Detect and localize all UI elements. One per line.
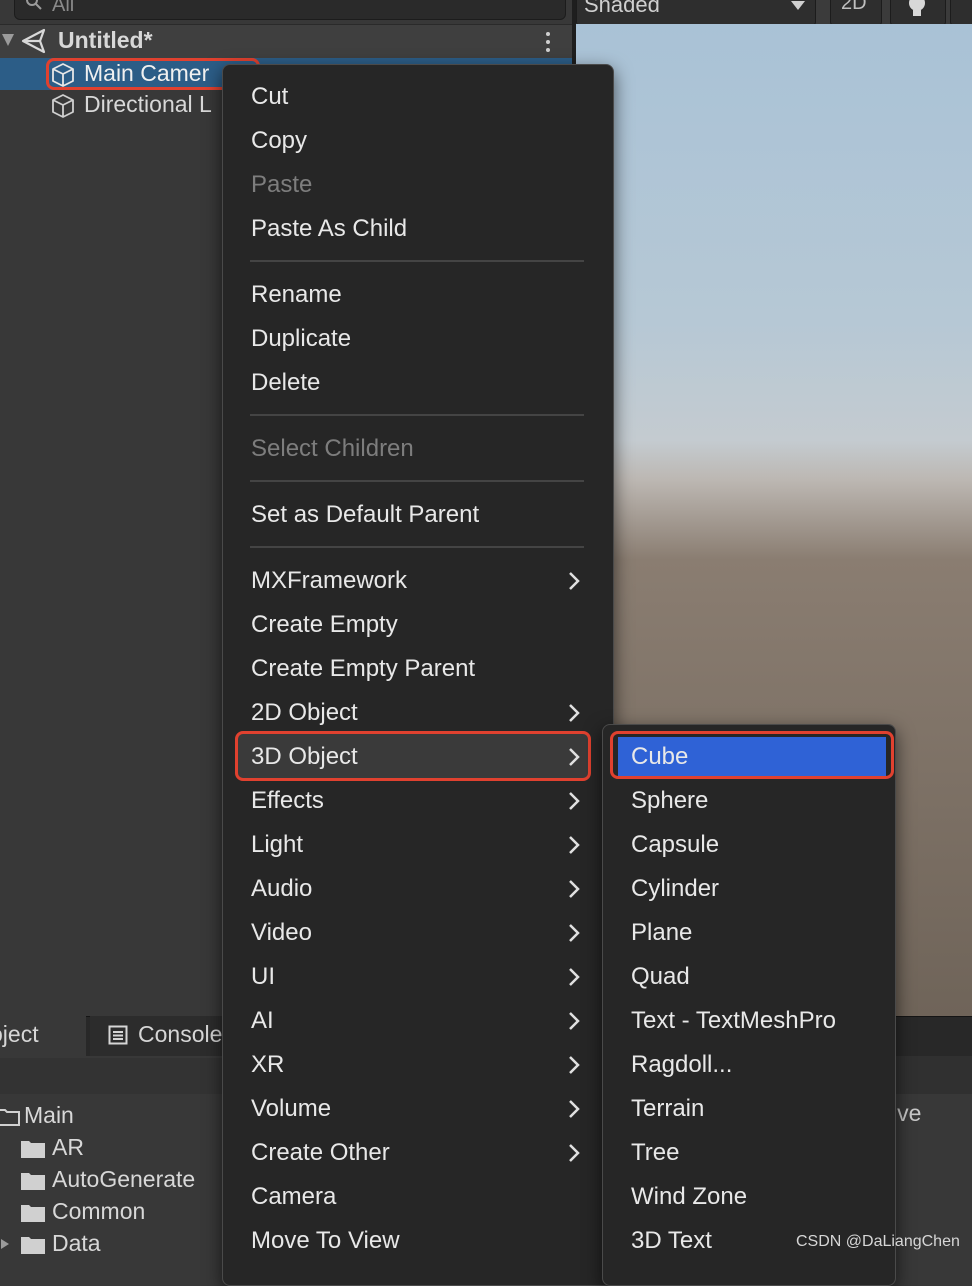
chevron-right-icon (569, 836, 580, 854)
hierarchy-search-input[interactable] (14, 0, 566, 20)
menu-item-rename[interactable]: Rename (251, 281, 342, 309)
menu-item-camera[interactable]: Camera (251, 1183, 336, 1211)
project-right-label: ive (892, 1100, 922, 1126)
folder-open-icon (0, 1109, 20, 1126)
chevron-right-icon (569, 748, 580, 766)
chevron-right-icon (569, 1100, 580, 1118)
chevron-right-icon (569, 924, 580, 942)
toggle-2d-label: 2D (841, 0, 867, 14)
menu-item-2d-object[interactable]: 2D Object (251, 699, 358, 727)
menu-item-mxframework[interactable]: MXFramework (251, 567, 407, 595)
submenu-item-capsule[interactable]: Capsule (631, 831, 719, 859)
hierarchy-item-label[interactable]: Directional L (84, 91, 212, 118)
chevron-down-icon (791, 1, 805, 10)
menu-item-3d-object[interactable]: 3D Object (251, 743, 358, 771)
folder-item-common[interactable]: Common (52, 1198, 145, 1225)
menu-item-duplicate[interactable]: Duplicate (251, 325, 351, 353)
chevron-right-icon (569, 1144, 580, 1162)
submenu-item-3d-text[interactable]: 3D Text (631, 1227, 712, 1255)
folder-item-main[interactable]: Main (24, 1102, 74, 1129)
project-toolbar (0, 1058, 222, 1094)
submenu-item-sphere[interactable]: Sphere (631, 787, 708, 815)
project-right-toolbar (892, 1056, 972, 1094)
scene-name: Untitled* (58, 27, 153, 53)
menu-separator (250, 260, 584, 262)
submenu-item-wind-zone[interactable]: Wind Zone (631, 1183, 747, 1211)
menu-item-create-other[interactable]: Create Other (251, 1139, 390, 1167)
scene-audio-button[interactable] (950, 0, 972, 26)
gameobject-cube-icon (52, 94, 74, 118)
menu-item-volume[interactable]: Volume (251, 1095, 331, 1123)
more-options-icon[interactable] (540, 30, 556, 54)
submenu-item-ragdoll[interactable]: Ragdoll... (631, 1051, 732, 1079)
menu-item-ui[interactable]: UI (251, 963, 275, 991)
menu-item-ai[interactable]: AI (251, 1007, 274, 1035)
folder-icon (21, 1237, 45, 1254)
menu-item-move-to-view[interactable]: Move To View (251, 1227, 400, 1255)
menu-item-set-default-parent[interactable]: Set as Default Parent (251, 501, 479, 529)
chevron-right-icon (569, 704, 580, 722)
menu-item-audio[interactable]: Audio (251, 875, 312, 903)
menu-item-create-empty[interactable]: Create Empty (251, 611, 398, 639)
chevron-right-icon (569, 1056, 580, 1074)
submenu-item-cube[interactable]: Cube (631, 743, 688, 771)
menu-item-video[interactable]: Video (251, 919, 312, 947)
menu-item-create-empty-parent[interactable]: Create Empty Parent (251, 655, 475, 683)
menu-item-paste: Paste (251, 171, 313, 198)
menu-item-xr[interactable]: XR (251, 1051, 284, 1079)
menu-separator (250, 480, 584, 482)
chevron-right-icon (569, 572, 580, 590)
submenu-item-plane[interactable]: Plane (631, 919, 692, 947)
folder-icon (21, 1173, 45, 1190)
menu-item-delete[interactable]: Delete (251, 369, 320, 397)
menu-separator (250, 546, 584, 548)
expand-arrow-icon[interactable] (0, 1238, 10, 1250)
search-placeholder: All (52, 0, 75, 16)
menu-item-cut[interactable]: Cut (251, 83, 288, 111)
chevron-right-icon (569, 968, 580, 986)
folder-icon (21, 1141, 45, 1158)
submenu-item-tree[interactable]: Tree (631, 1139, 679, 1167)
unity-scene-icon (21, 28, 46, 54)
shading-mode-label: Shaded (584, 0, 660, 17)
chevron-right-icon (569, 880, 580, 898)
menu-item-paste-as-child[interactable]: Paste As Child (251, 215, 407, 243)
menu-item-light[interactable]: Light (251, 831, 303, 859)
folder-item-ar[interactable]: AR (52, 1134, 84, 1161)
watermark: CSDN @DaLiangChen (796, 1233, 960, 1250)
lightbulb-icon (909, 0, 925, 16)
expand-arrow-icon[interactable] (2, 34, 14, 46)
folder-item-data[interactable]: Data (52, 1230, 101, 1257)
chevron-right-icon (569, 792, 580, 810)
console-icon (108, 1025, 128, 1045)
menu-item-effects[interactable]: Effects (251, 787, 324, 815)
chevron-right-icon (569, 1012, 580, 1030)
submenu-item-quad[interactable]: Quad (631, 963, 690, 991)
tab-console-label: Console (138, 1021, 223, 1047)
submenu-item-cylinder[interactable]: Cylinder (631, 875, 719, 903)
tab-project-label: oject (0, 1021, 39, 1047)
submenu-item-terrain[interactable]: Terrain (631, 1095, 704, 1123)
folder-item-autogenerate[interactable]: AutoGenerate (52, 1166, 195, 1193)
search-icon (26, 0, 42, 10)
folder-icon (21, 1205, 45, 1222)
menu-item-copy[interactable]: Copy (251, 127, 307, 155)
submenu-item-textmeshpro[interactable]: Text - TextMeshPro (631, 1007, 836, 1035)
menu-item-select-children: Select Children (251, 435, 414, 462)
menu-separator (250, 414, 584, 416)
